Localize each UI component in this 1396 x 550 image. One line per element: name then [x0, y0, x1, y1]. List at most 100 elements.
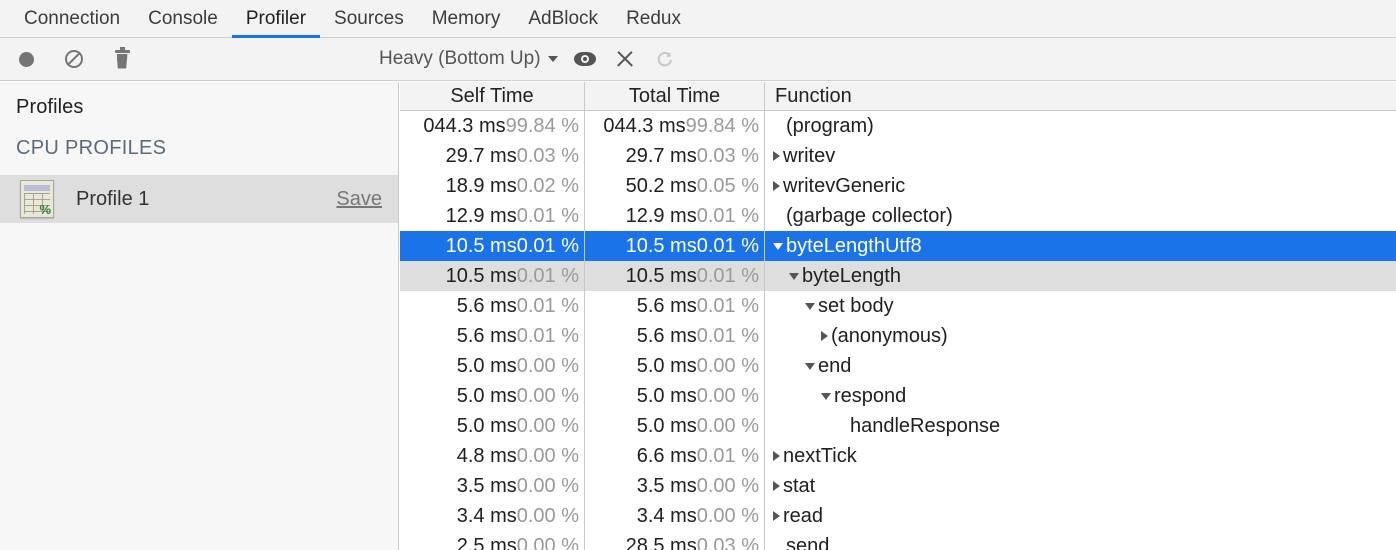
tab-connection[interactable]: Connection: [10, 0, 134, 37]
table-row[interactable]: 5.6 ms0.01 %5.6 ms0.01 %(anonymous): [400, 321, 1396, 351]
total-time-cell-percent: 0.00 %: [697, 415, 759, 438]
record-button[interactable]: [9, 42, 43, 76]
table-row[interactable]: 5.0 ms0.00 %5.0 ms0.00 %end: [400, 351, 1396, 381]
delete-profile-button[interactable]: [105, 42, 139, 76]
save-profile-link[interactable]: Save: [336, 188, 382, 211]
total-time-cell-ms: 29.7 ms: [626, 145, 697, 168]
total-time-cell: 5.6 ms0.01 %: [585, 321, 765, 351]
record-circle-icon: [19, 52, 34, 67]
self-time-cell: 10.5 ms0.01 %: [400, 261, 585, 291]
function-cell: byteLengthUtf8: [765, 231, 1396, 261]
total-time-cell-ms: 28.5 ms: [626, 535, 697, 550]
self-time-cell-percent: 0.00 %: [517, 535, 579, 550]
table-header-row: Self Time Total Time Function: [400, 82, 1396, 111]
function-cell: nextTick: [765, 441, 1396, 471]
disclosure-triangle-collapsed-icon[interactable]: [773, 481, 780, 491]
disclosure-triangle-expanded-icon[interactable]: [805, 363, 815, 370]
total-time-cell-percent: 0.00 %: [697, 475, 759, 498]
total-time-cell-percent: 0.00 %: [697, 355, 759, 378]
table-row[interactable]: 5.0 ms0.00 %5.0 ms0.00 %handleResponse: [400, 411, 1396, 441]
profile-tree-table: Self Time Total Time Function 044.3 ms99…: [400, 82, 1396, 550]
self-time-cell-percent: 0.00 %: [517, 355, 579, 378]
total-time-cell-ms: 10.5 ms: [626, 265, 697, 288]
table-row[interactable]: 5.0 ms0.00 %5.0 ms0.00 %respond: [400, 381, 1396, 411]
column-header-total-time[interactable]: Total Time: [585, 82, 765, 110]
table-row[interactable]: 29.7 ms0.03 %29.7 ms0.03 %writev: [400, 141, 1396, 171]
disclosure-triangle-collapsed-icon[interactable]: [773, 151, 780, 161]
total-time-cell-percent: 0.00 %: [697, 505, 759, 528]
total-time-cell-ms: 5.0 ms: [637, 355, 697, 378]
table-row[interactable]: 4.8 ms0.00 %6.6 ms0.01 %nextTick: [400, 441, 1396, 471]
self-time-cell: 2.5 ms0.00 %: [400, 531, 585, 550]
tab-sources[interactable]: Sources: [320, 0, 418, 37]
disclosure-triangle-collapsed-icon[interactable]: [773, 511, 780, 521]
total-time-cell-percent: 0.05 %: [697, 175, 759, 198]
total-time-cell-percent: 0.01 %: [697, 445, 759, 468]
function-cell: (anonymous): [765, 321, 1396, 351]
total-time-cell-percent: 99.84 %: [686, 115, 759, 138]
table-row[interactable]: 18.9 ms0.02 %50.2 ms0.05 %writevGeneric: [400, 171, 1396, 201]
total-time-cell: 29.7 ms0.03 %: [585, 141, 765, 171]
self-time-cell-percent: 0.00 %: [517, 385, 579, 408]
function-cell: stat: [765, 471, 1396, 501]
self-time-cell-ms: 5.6 ms: [457, 295, 517, 318]
tab-label: AdBlock: [528, 8, 598, 30]
self-time-cell-ms: 18.9 ms: [446, 175, 517, 198]
table-row[interactable]: 10.5 ms0.01 %10.5 ms0.01 %byteLength: [400, 261, 1396, 291]
disclosure-triangle-collapsed-icon[interactable]: [821, 331, 828, 341]
focus-selected-function-button[interactable]: [568, 42, 602, 76]
profiler-toolbar: Heavy (Bottom Up): [0, 38, 1396, 81]
total-time-cell-percent: 0.03 %: [697, 535, 759, 550]
self-time-cell-ms: 29.7 ms: [446, 145, 517, 168]
tab-memory[interactable]: Memory: [418, 0, 515, 37]
disclosure-triangle-expanded-icon[interactable]: [789, 273, 799, 280]
disclosure-triangle-expanded-icon[interactable]: [805, 303, 815, 310]
tab-adblock[interactable]: AdBlock: [514, 0, 612, 37]
tab-redux[interactable]: Redux: [612, 0, 695, 37]
table-row[interactable]: 12.9 ms0.01 %12.9 ms0.01 %(garbage colle…: [400, 201, 1396, 231]
chevron-down-icon: [548, 56, 558, 62]
view-mode-dropdown[interactable]: Heavy (Bottom Up): [375, 48, 562, 70]
total-time-cell: 10.5 ms0.01 %: [585, 261, 765, 291]
disclosure-triangle-expanded-icon[interactable]: [821, 393, 831, 400]
view-mode-label: Heavy (Bottom Up): [379, 48, 541, 70]
disclosure-triangle-collapsed-icon[interactable]: [773, 451, 780, 461]
function-cell: writevGeneric: [765, 171, 1396, 201]
total-time-cell: 3.5 ms0.00 %: [585, 471, 765, 501]
total-time-cell: 044.3 ms99.84 %: [585, 111, 765, 141]
devtools-profiler-panel: ConnectionConsoleProfilerSourcesMemory Ad…: [0, 0, 1396, 550]
tab-profiler[interactable]: Profiler: [232, 0, 320, 37]
column-header-function[interactable]: Function: [765, 82, 1396, 110]
disclosure-triangle-collapsed-icon[interactable]: [773, 181, 780, 191]
total-time-cell: 5.6 ms0.01 %: [585, 291, 765, 321]
table-row[interactable]: 2.5 ms0.00 %28.5 ms0.03 %send: [400, 531, 1396, 550]
table-row[interactable]: 10.5 ms0.01 %10.5 ms0.01 %byteLengthUtf8: [400, 231, 1396, 261]
column-header-self-time[interactable]: Self Time: [400, 82, 585, 110]
self-time-cell-percent: 0.02 %: [517, 175, 579, 198]
self-time-cell-percent: 0.01 %: [517, 205, 579, 228]
function-name: respond: [834, 385, 906, 408]
sidebar-item-profile-1[interactable]: % Profile 1 Save: [0, 175, 398, 223]
total-time-cell-percent: 0.01 %: [697, 265, 759, 288]
tab-console[interactable]: Console: [134, 0, 232, 37]
function-name: byteLengthUtf8: [786, 235, 922, 258]
table-row[interactable]: 044.3 ms99.84 %044.3 ms99.84 %(program): [400, 111, 1396, 141]
disclosure-triangle-expanded-icon[interactable]: [773, 243, 783, 250]
self-time-cell-ms: 3.4 ms: [457, 505, 517, 528]
restore-all-functions-button[interactable]: [648, 42, 682, 76]
function-name: writevGeneric: [783, 175, 905, 198]
self-time-cell: 5.6 ms0.01 %: [400, 291, 585, 321]
total-time-cell: 5.0 ms0.00 %: [585, 351, 765, 381]
function-name: set body: [818, 295, 894, 318]
function-cell: writev: [765, 141, 1396, 171]
clear-button[interactable]: [57, 42, 91, 76]
table-row[interactable]: 3.5 ms0.00 %3.5 ms0.00 %stat: [400, 471, 1396, 501]
exclude-selected-function-button[interactable]: [608, 42, 642, 76]
table-row[interactable]: 3.4 ms0.00 %3.4 ms0.00 %read: [400, 501, 1396, 531]
self-time-cell: 10.5 ms0.01 %: [400, 231, 585, 261]
total-time-cell-ms: 5.0 ms: [637, 415, 697, 438]
profiles-sidebar: Profiles CPU PROFILES % Profile 1 Save: [0, 82, 399, 550]
self-time-cell: 29.7 ms0.03 %: [400, 141, 585, 171]
table-row[interactable]: 5.6 ms0.01 %5.6 ms0.01 % set body: [400, 291, 1396, 321]
function-name: read: [783, 505, 823, 528]
